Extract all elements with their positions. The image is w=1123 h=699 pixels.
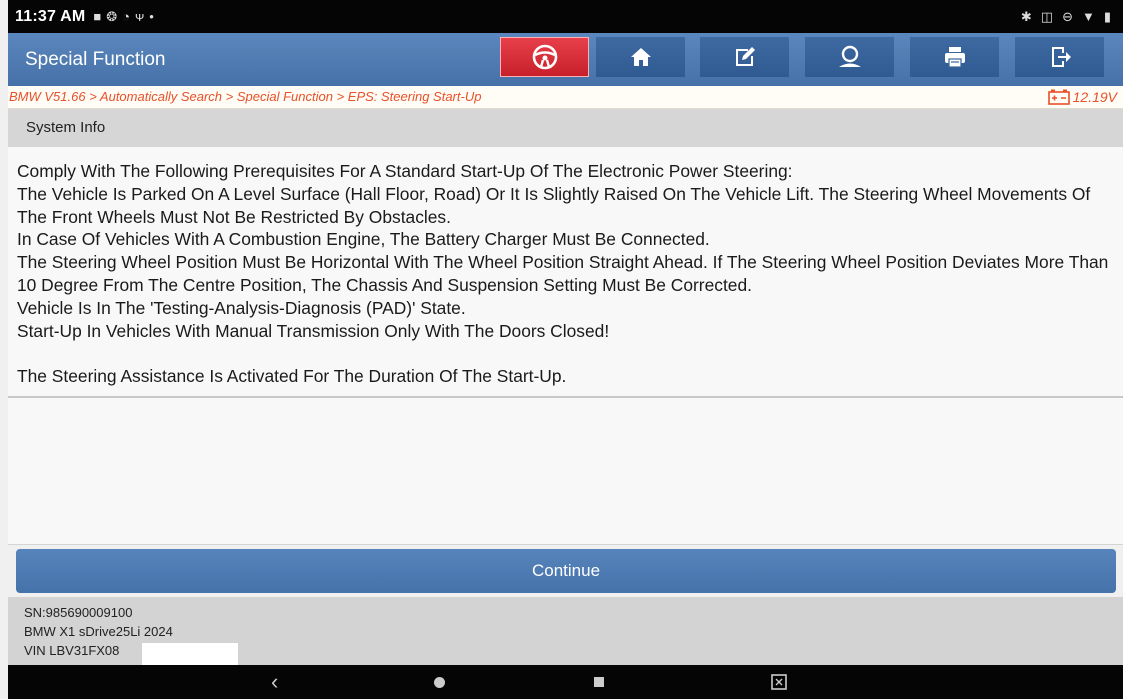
- person-icon: [838, 45, 861, 67]
- breadcrumb: BMW V51.66 > Automatically Search > Spec…: [9, 89, 482, 104]
- home-button[interactable]: [596, 37, 685, 77]
- home-dot-icon[interactable]: [434, 677, 445, 688]
- wifi-icon: ▼: [1081, 9, 1095, 24]
- battery-voltage: 12.19V: [1047, 86, 1117, 108]
- status-left: 11:37 AM ■ ❂ ◔ ᴪ •: [8, 8, 154, 26]
- section-header: System Info: [8, 109, 1123, 147]
- device-footer: SN:985690009100 BMW X1 sDrive25Li 2024 V…: [8, 597, 1123, 671]
- support-button[interactable]: [805, 37, 894, 77]
- info-panel: Comply With The Following Prerequisites …: [8, 147, 1123, 398]
- exit-button[interactable]: [1015, 37, 1104, 77]
- print-button[interactable]: [910, 37, 999, 77]
- breadcrumb-bar: BMW V51.66 > Automatically Search > Spec…: [8, 86, 1123, 109]
- recents-icon[interactable]: [594, 677, 604, 687]
- dot-icon: •: [149, 9, 154, 24]
- battery-icon: ▮: [1103, 8, 1111, 24]
- status-icons-left: ■ ❂ ◔ ᴪ •: [93, 9, 153, 25]
- vehicle-connect-button[interactable]: [500, 37, 589, 77]
- section-title: System Info: [26, 119, 106, 136]
- system-nav-bar: ‹: [8, 665, 1123, 699]
- settings-circle-icon: ❂: [106, 8, 118, 24]
- status-icons-right: ✱ ◫ ⊖ ▼ ▮: [1021, 9, 1123, 25]
- car-battery-icon: [1047, 89, 1070, 105]
- printer-icon: [944, 47, 965, 68]
- usb-icon: ᴪ: [135, 9, 145, 24]
- back-icon[interactable]: ‹: [271, 669, 278, 695]
- bluetooth-icon: ✱: [1020, 8, 1032, 24]
- screenshot-icon[interactable]: [771, 674, 787, 690]
- voltage-value: 12.19V: [1072, 89, 1117, 105]
- wifi-off-icon: ◔: [122, 9, 130, 24]
- vehicle-model: BMW X1 sDrive25Li 2024: [24, 624, 173, 639]
- status-bar: 11:37 AM ■ ❂ ◔ ᴪ • ✱ ◫ ⊖ ▼ ▮: [8, 0, 1123, 33]
- edit-button[interactable]: [700, 37, 789, 77]
- serial-number: SN:985690009100: [24, 605, 133, 620]
- edit-icon: [735, 47, 755, 66]
- status-time: 11:37 AM: [15, 7, 86, 25]
- home-icon: [630, 48, 651, 66]
- exit-icon: [1051, 47, 1071, 67]
- steering-wheel-icon: [532, 44, 557, 70]
- continue-button[interactable]: Continue: [16, 549, 1116, 593]
- app-header: Special Function: [8, 33, 1123, 86]
- vibrate-icon: ◫: [1040, 8, 1054, 24]
- dnd-icon: ⊖: [1062, 8, 1073, 24]
- page-title: Special Function: [25, 49, 166, 70]
- info-text: Comply With The Following Prerequisites …: [17, 161, 1109, 387]
- message-icon: ■: [93, 9, 102, 24]
- empty-area: [8, 398, 1123, 545]
